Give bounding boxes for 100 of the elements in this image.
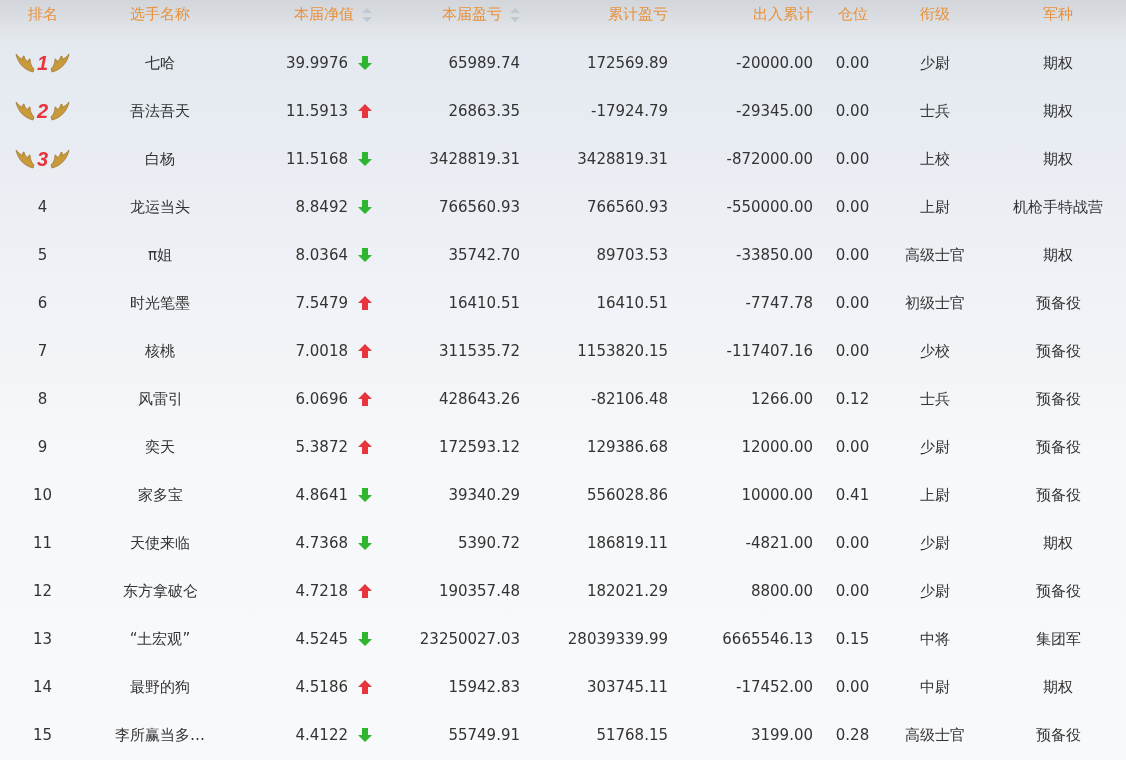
rank-number: 3	[36, 147, 49, 171]
total-pnl-cell: -82106.48	[591, 390, 668, 408]
grade-cell: 少尉	[920, 581, 950, 601]
position-cell: 0.00	[835, 678, 870, 696]
net-value-cell: 4.7368	[295, 534, 348, 552]
position-cell: 0.00	[835, 342, 870, 360]
branch-cell: 期权	[1043, 245, 1073, 265]
branch-cell: 期权	[1043, 101, 1073, 121]
position-cell: 0.15	[835, 630, 870, 648]
rank-cell: 4	[37, 198, 48, 216]
net-value-cell: 7.0018	[295, 342, 348, 360]
branch-cell: 期权	[1043, 533, 1073, 553]
period-pnl-cell: 23250027.03	[419, 630, 520, 648]
flows-cell: -7747.78	[745, 294, 813, 312]
branch-cell: 期权	[1043, 677, 1073, 697]
period-pnl-cell: 39340.29	[448, 486, 520, 504]
grade-cell: 士兵	[920, 101, 950, 121]
flows-cell: 10000.00	[741, 486, 813, 504]
position-cell: 0.00	[835, 294, 870, 312]
player-name: 奕天	[145, 437, 175, 457]
net-value-cell: 11.5168	[285, 150, 348, 168]
net-value-cell: 4.4122	[295, 726, 348, 744]
total-pnl-cell: 186819.11	[586, 534, 668, 552]
net-value-cell: 6.0696	[295, 390, 348, 408]
position-cell: 0.41	[835, 486, 870, 504]
net-value-cell: 7.5479	[295, 294, 348, 312]
sort-icon	[510, 7, 520, 22]
rank-cell: 9	[37, 438, 48, 456]
grade-cell: 初级士官	[905, 293, 965, 313]
wing-icon	[14, 148, 35, 170]
player-name: π姐	[148, 245, 172, 265]
column-header: 衔级	[919, 4, 951, 24]
rank-cell: 14	[32, 678, 53, 696]
period-pnl-cell: 26863.35	[448, 102, 520, 120]
position-cell: 0.00	[835, 534, 870, 552]
sort-icon	[362, 7, 372, 22]
player-name: 风雷引	[137, 389, 183, 409]
flows-cell: 6665546.13	[722, 630, 813, 648]
branch-cell: 期权	[1043, 149, 1073, 169]
flows-cell: -117407.16	[726, 342, 813, 360]
grade-cell: 少尉	[920, 53, 950, 73]
wing-icon	[50, 52, 71, 74]
period-pnl-cell: 190357.48	[438, 582, 520, 600]
branch-cell: 机枪手特战营	[1013, 197, 1103, 217]
flows-cell: 1266.00	[750, 390, 813, 408]
player-name: 龙运当头	[130, 197, 190, 217]
branch-cell: 预备役	[1035, 341, 1081, 361]
grade-cell: 中将	[920, 629, 950, 649]
column-header: 仓位	[836, 4, 869, 24]
flows-cell: 3199.00	[750, 726, 813, 744]
period-pnl-cell: 35742.70	[448, 246, 520, 264]
player-name: 七哈	[145, 53, 175, 73]
player-name: 吾法吾天	[130, 101, 190, 121]
position-cell: 0.00	[835, 150, 870, 168]
wing-icon	[14, 52, 35, 74]
position-cell: 0.12	[835, 390, 870, 408]
branch-cell: 预备役	[1035, 293, 1081, 313]
period-pnl-cell: 311535.72	[438, 342, 520, 360]
column-header: 军种	[1042, 4, 1074, 24]
player-name: 李所赢当多…	[115, 725, 205, 745]
total-pnl-cell: 766560.93	[586, 198, 668, 216]
rank-cell: 11	[32, 534, 53, 552]
grade-cell: 高级士官	[905, 725, 965, 745]
grade-cell: 少校	[920, 341, 950, 361]
flows-cell: 12000.00	[741, 438, 813, 456]
rank-number: 2	[36, 99, 49, 123]
grade-cell: 上尉	[920, 485, 950, 505]
wing-icon	[50, 100, 71, 122]
rank-cell: 5	[37, 246, 48, 264]
period-pnl-cell: 65989.74	[448, 54, 520, 72]
rank-cell: 10	[32, 486, 53, 504]
total-pnl-cell: 556028.86	[586, 486, 668, 504]
total-pnl-cell: 172569.89	[586, 54, 668, 72]
branch-cell: 集团军	[1035, 629, 1081, 649]
flows-cell: -4821.00	[745, 534, 813, 552]
net-value-cell: 5.3872	[295, 438, 348, 456]
rank-number: 1	[36, 51, 49, 75]
total-pnl-cell: 182021.29	[586, 582, 668, 600]
player-name: 最野的狗	[130, 677, 190, 697]
position-cell: 0.00	[835, 246, 870, 264]
column-header[interactable]: 本届净值	[235, 0, 380, 24]
position-cell: 0.00	[835, 54, 870, 72]
position-cell: 0.00	[835, 582, 870, 600]
position-cell: 0.00	[835, 438, 870, 456]
player-name: 天使来临	[130, 533, 190, 553]
total-pnl-cell: 129386.68	[586, 438, 668, 456]
column-header[interactable]: 本届盈亏	[380, 0, 530, 24]
flows-cell: -33850.00	[736, 246, 813, 264]
net-value-cell: 4.7218	[295, 582, 348, 600]
grade-cell: 士兵	[920, 389, 950, 409]
net-value-cell: 11.5913	[285, 102, 348, 120]
period-pnl-cell: 428643.26	[438, 390, 520, 408]
total-pnl-cell: 3428819.31	[577, 150, 668, 168]
total-pnl-cell: 51768.15	[596, 726, 668, 744]
player-name: 时光笔墨	[130, 293, 190, 313]
period-pnl-cell: 5390.72	[457, 534, 520, 552]
rank-cell: 8	[37, 390, 48, 408]
flows-cell: -550000.00	[726, 198, 813, 216]
flows-cell: -29345.00	[736, 102, 813, 120]
rank-cell: 13	[32, 630, 53, 648]
